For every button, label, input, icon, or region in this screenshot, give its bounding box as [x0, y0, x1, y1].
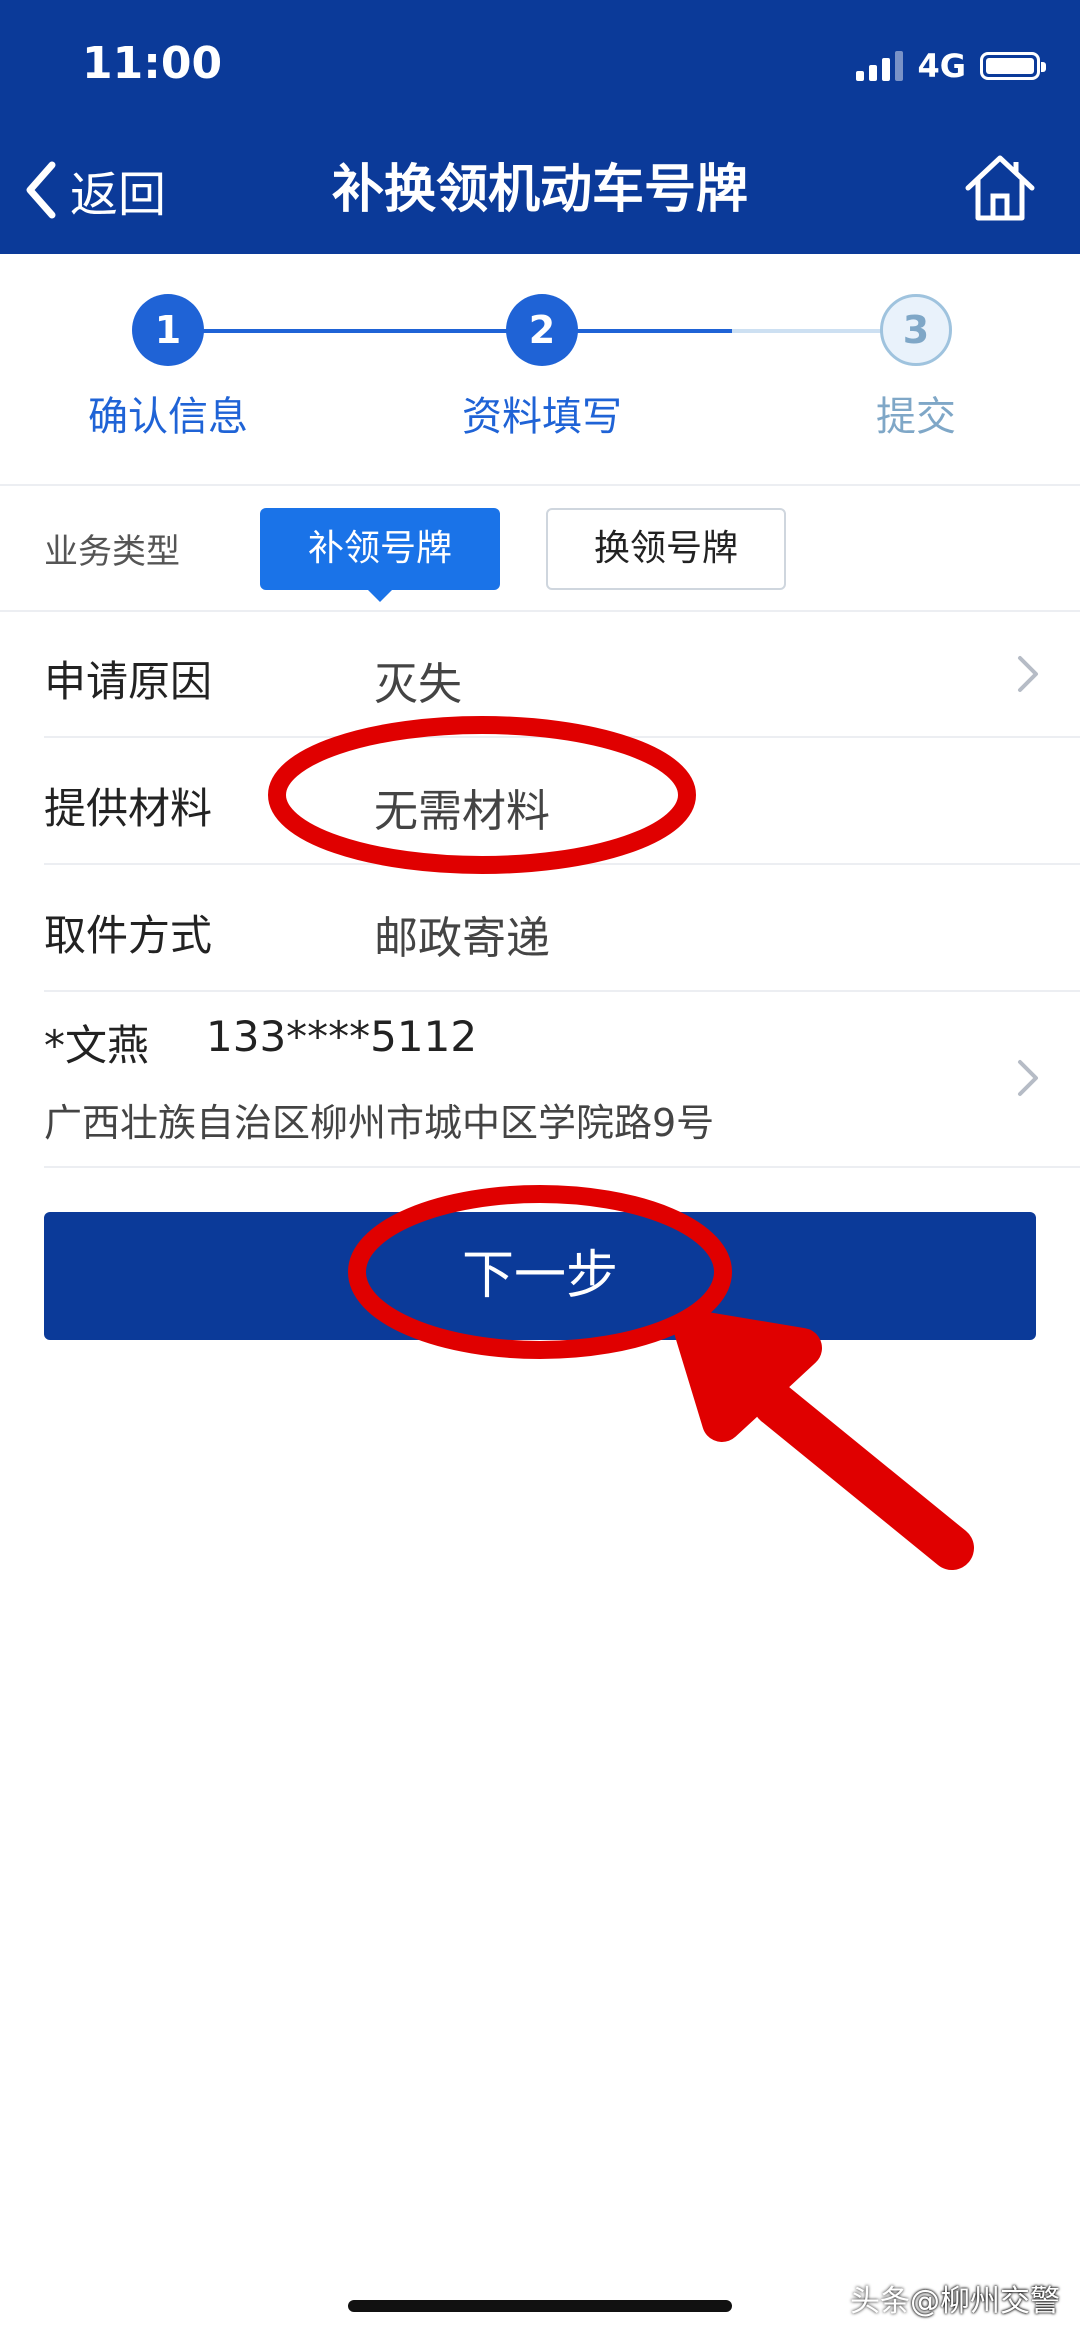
step-1-circle: 1 — [132, 294, 204, 366]
replace-plate-button[interactable]: 换领号牌 — [546, 508, 786, 590]
business-type-label: 业务类型 — [44, 532, 180, 572]
selected-pointer — [368, 590, 392, 602]
status-time: 11:00 — [82, 38, 223, 89]
pickup-label: 取件方式 — [44, 911, 213, 960]
reissue-plate-label: 补领号牌 — [307, 528, 452, 569]
network-type: 4G — [917, 47, 966, 85]
reason-row[interactable]: 申请原因 灭失 — [44, 610, 1080, 738]
watermark-prefix: 头条 — [850, 2284, 910, 2319]
materials-label: 提供材料 — [44, 784, 213, 833]
home-icon[interactable] — [960, 148, 1040, 228]
step-indicator: 1 2 3 确认信息 资料填写 提交 — [0, 254, 1080, 486]
pickup-row: 取件方式 邮政寄递 — [44, 864, 1080, 992]
recipient-phone: 133****5112 — [206, 1012, 478, 1061]
step-line-done — [168, 329, 540, 333]
app-header: 11:00 4G 返回 补换领机动车号牌 — [0, 0, 1080, 254]
business-type-row: 业务类型 补领号牌 换领号牌 — [0, 484, 1080, 612]
step-3-circle: 3 — [880, 294, 952, 366]
watermark: 头条@柳州交警 — [850, 2276, 1060, 2320]
materials-row: 提供材料 无需材料 — [44, 737, 1080, 865]
home-indicator — [348, 2300, 732, 2312]
reissue-plate-button[interactable]: 补领号牌 — [260, 508, 500, 602]
pickup-value: 邮政寄递 — [374, 913, 550, 964]
status-icons: 4G — [856, 44, 1046, 88]
step-1-label: 确认信息 — [88, 394, 248, 440]
address-row[interactable]: *文燕 133****5112 广西壮族自治区柳州市城中区学院路9号 — [44, 990, 1080, 1168]
reason-value: 灭失 — [374, 659, 462, 710]
step-3-label: 提交 — [876, 394, 956, 440]
annotation-arrow-head — [674, 1310, 822, 1442]
reason-label: 申请原因 — [44, 657, 213, 706]
watermark-text: @柳州交警 — [910, 2284, 1060, 2319]
materials-value: 无需材料 — [374, 786, 550, 837]
recipient-name: *文燕 — [44, 1021, 150, 1070]
step-2-circle: 2 — [506, 294, 578, 366]
next-step-button[interactable]: 下一步 — [44, 1212, 1036, 1340]
signal-icon — [856, 51, 904, 81]
chevron-right-icon — [1018, 1060, 1038, 1096]
battery-icon — [980, 52, 1046, 80]
chevron-right-icon — [1018, 656, 1038, 692]
page-title: 补换领机动车号牌 — [331, 160, 748, 220]
annotation-arrow-shaft — [753, 1382, 974, 1570]
recipient-address: 广西壮族自治区柳州市城中区学院路9号 — [44, 1101, 715, 1145]
step-2-label: 资料填写 — [462, 394, 622, 440]
